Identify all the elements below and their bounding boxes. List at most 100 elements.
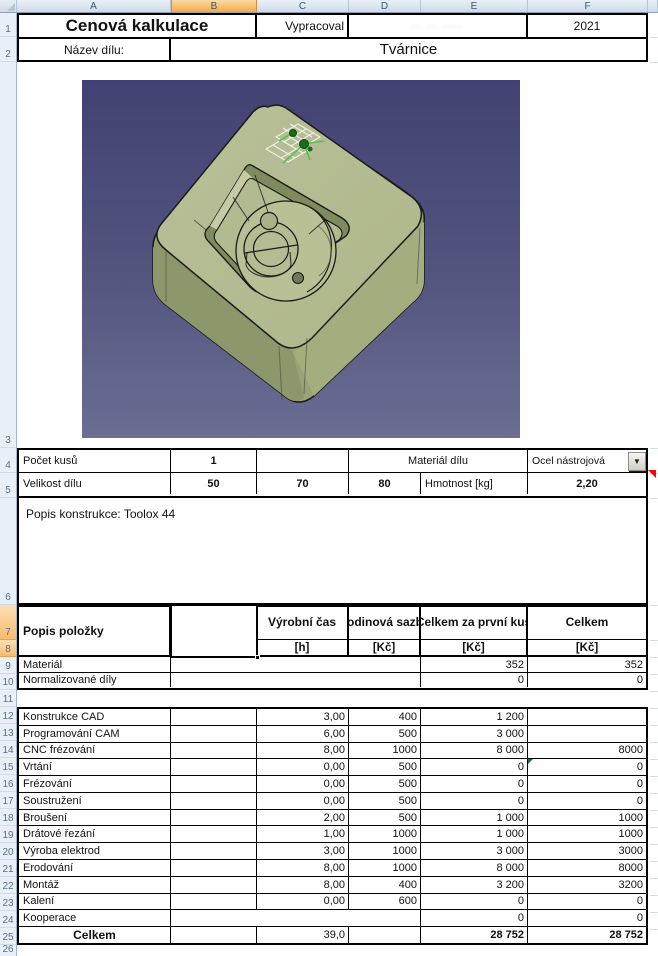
item-total[interactable]: 0 — [528, 759, 646, 775]
header-total-unit[interactable]: [Kč] — [528, 640, 646, 655]
footer-label[interactable]: Celkem — [19, 927, 171, 943]
cell-blank[interactable] — [171, 927, 257, 943]
cell-blank[interactable] — [171, 726, 257, 742]
cell-blank[interactable] — [171, 894, 257, 910]
item-first[interactable]: 0 — [421, 759, 528, 775]
cell-title[interactable]: Cenová kalkulace — [19, 15, 257, 37]
cell-blank[interactable] — [171, 826, 257, 842]
col-header-b[interactable]: B — [171, 0, 257, 12]
cell-prepared-by-label[interactable]: Vypracoval — [257, 15, 349, 37]
item-time[interactable]: 8,00 — [257, 877, 349, 893]
col-header-f[interactable]: F — [528, 0, 648, 12]
cell-material-label[interactable]: Materiál dílu — [349, 450, 528, 472]
header-rate-unit[interactable]: [Kč] — [349, 640, 419, 655]
row-header-23[interactable]: 23 — [0, 894, 16, 911]
cell-qty-label[interactable]: Počet kusů — [19, 450, 171, 472]
cell-blank[interactable] — [171, 709, 257, 725]
row-header-8[interactable]: 8 — [0, 640, 16, 657]
item-rate[interactable]: 500 — [349, 810, 421, 826]
row-header-11[interactable]: 11 — [0, 690, 16, 707]
footer-total[interactable]: 28 752 — [528, 927, 646, 943]
cell-weight-label[interactable]: Hmotnost [kg] — [421, 473, 528, 494]
cell-norm-parts-first[interactable]: 0 — [421, 673, 528, 687]
item-time[interactable]: 6,00 — [257, 726, 349, 742]
footer-time[interactable]: 39,0 — [257, 927, 349, 943]
header-item[interactable]: Popis položky — [19, 607, 171, 655]
select-all-corner[interactable] — [0, 0, 17, 12]
item-label[interactable]: CNC frézování — [19, 743, 171, 759]
row-header-26[interactable]: 26 — [0, 945, 16, 956]
cell-construction-note[interactable]: Popis konstrukce: Toolox 44 — [19, 498, 646, 603]
cell-year[interactable]: 2021 — [528, 15, 646, 37]
cell-material-row-label[interactable]: Materiál — [19, 657, 171, 672]
item-rate[interactable]: 1000 — [349, 843, 421, 859]
item-first[interactable]: 0 — [421, 894, 528, 910]
item-time[interactable]: 8,00 — [257, 743, 349, 759]
cell-material-dropdown[interactable]: Ocel nástrojová ▼ — [528, 450, 646, 472]
item-rate[interactable]: 500 — [349, 776, 421, 792]
item-first[interactable]: 0 — [421, 910, 528, 926]
item-label[interactable]: Drátové řezání — [19, 826, 171, 842]
cell-blank[interactable] — [171, 776, 257, 792]
item-rate[interactable]: 400 — [349, 877, 421, 893]
cell-weight-value[interactable]: 2,20 — [528, 473, 646, 494]
cell-blank[interactable] — [171, 657, 421, 672]
footer-first[interactable]: 28 752 — [421, 927, 528, 943]
row-header-24[interactable]: 24 — [0, 911, 16, 928]
col-header-a[interactable]: A — [17, 0, 171, 12]
row-header-6[interactable]: 6 — [0, 498, 16, 605]
item-label[interactable]: Konstrukce CAD — [19, 709, 171, 725]
row-header-14[interactable]: 14 — [0, 741, 16, 758]
item-total[interactable]: 3000 — [528, 843, 646, 859]
item-total[interactable]: 0 — [528, 894, 646, 910]
cell-size-c[interactable]: 70 — [257, 473, 349, 494]
item-total[interactable]: 0 — [528, 776, 646, 792]
item-first[interactable]: 8 000 — [421, 743, 528, 759]
item-rate[interactable]: 400 — [349, 709, 421, 725]
header-first-unit[interactable]: [Kč] — [421, 640, 526, 655]
item-total[interactable]: 3200 — [528, 877, 646, 893]
item-total[interactable]: 0 — [528, 910, 646, 926]
row-header-15[interactable]: 15 — [0, 758, 16, 775]
item-total[interactable] — [528, 709, 646, 725]
cell-part-label[interactable]: Název dílu: — [19, 39, 171, 60]
cell-blank[interactable] — [349, 927, 421, 943]
row-header-2[interactable]: 2 — [0, 37, 16, 62]
row-header-13[interactable]: 13 — [0, 724, 16, 741]
row-header-21[interactable]: 21 — [0, 860, 16, 877]
col-header-e[interactable]: E — [421, 0, 528, 12]
item-rate[interactable]: 600 — [349, 894, 421, 910]
item-label[interactable]: Kooperace — [19, 910, 171, 926]
header-first[interactable]: Celkem za první kus — [421, 607, 526, 640]
item-rate[interactable]: 1000 — [349, 860, 421, 876]
item-time[interactable]: 0,00 — [257, 894, 349, 910]
item-first[interactable]: 1 000 — [421, 826, 528, 842]
row-header-10[interactable]: 10 — [0, 674, 16, 690]
item-rate[interactable]: 1000 — [349, 826, 421, 842]
row-header-18[interactable]: 18 — [0, 809, 16, 826]
item-first[interactable]: 0 — [421, 776, 528, 792]
cell-blank[interactable] — [171, 910, 421, 926]
item-total[interactable]: 1000 — [528, 810, 646, 826]
item-total[interactable]: 0 — [528, 793, 646, 809]
item-first[interactable]: 8 000 — [421, 860, 528, 876]
item-time[interactable]: 1,00 — [257, 826, 349, 842]
item-time[interactable]: 0,00 — [257, 793, 349, 809]
item-first[interactable]: 0 — [421, 793, 528, 809]
cell-material-total[interactable]: 352 — [528, 657, 646, 672]
item-total[interactable]: 8000 — [528, 743, 646, 759]
item-total[interactable] — [528, 726, 646, 742]
fill-handle[interactable] — [255, 655, 260, 660]
header-total[interactable]: Celkem — [528, 607, 646, 640]
item-total[interactable]: 8000 — [528, 860, 646, 876]
cell-part-name[interactable]: Tvárnice — [171, 39, 646, 60]
row-header-16[interactable]: 16 — [0, 775, 16, 792]
row-header-1[interactable]: 1 — [0, 13, 16, 37]
item-time[interactable]: 3,00 — [257, 709, 349, 725]
cell-size-b[interactable]: 50 — [171, 473, 257, 494]
row-header-5[interactable]: 5 — [0, 473, 16, 498]
header-time-unit[interactable]: [h] — [257, 640, 347, 655]
item-first[interactable]: 1 200 — [421, 709, 528, 725]
cell-qty-value[interactable]: 1 — [171, 450, 257, 472]
cell-blank[interactable] — [171, 860, 257, 876]
